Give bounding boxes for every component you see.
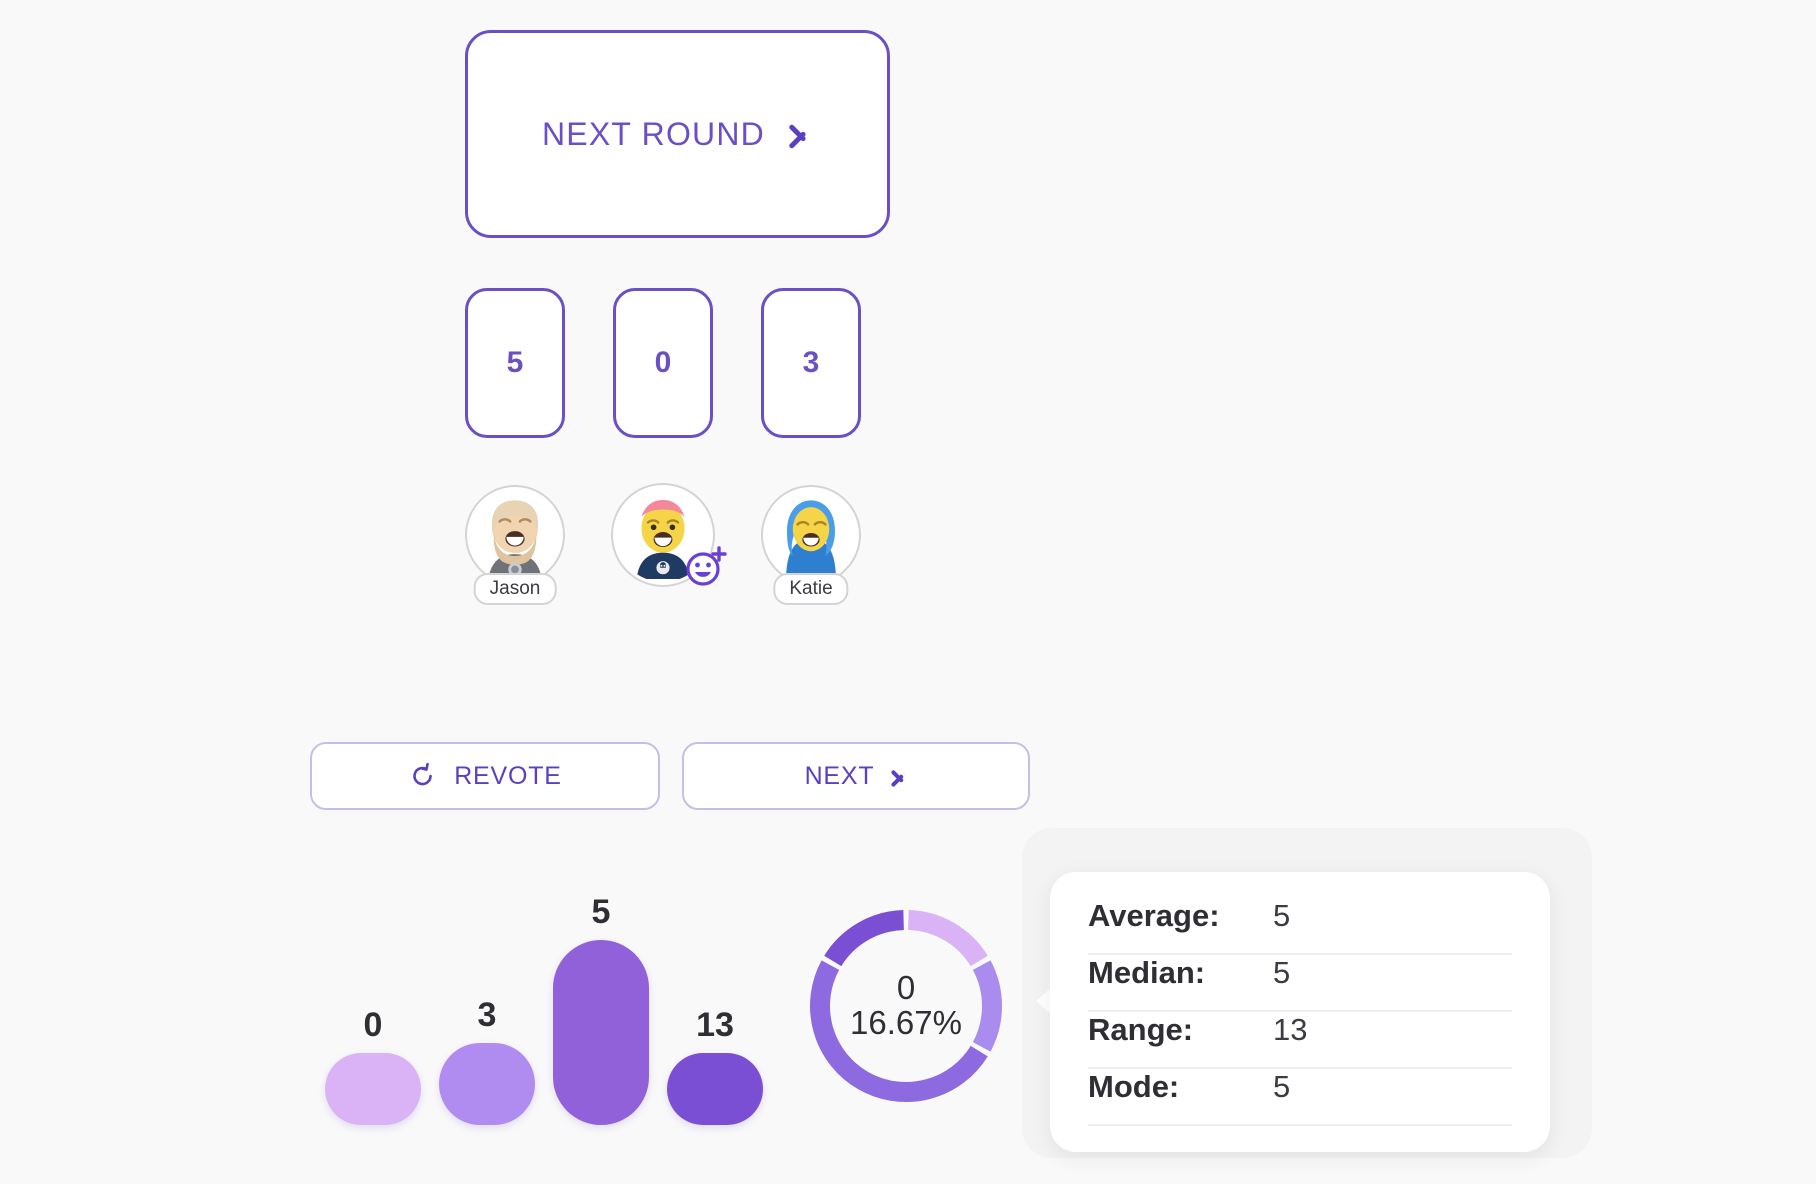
vote-card[interactable]: 3	[761, 288, 861, 438]
participant-self[interactable]	[613, 485, 727, 586]
stat-value: 5	[1273, 955, 1291, 990]
stat-value: 5	[1273, 898, 1291, 933]
bar-column[interactable]: 3	[439, 996, 535, 1125]
bar[interactable]	[667, 1053, 763, 1125]
next-round-button[interactable]: NEXT ROUND	[465, 30, 890, 238]
rotate-counterclockwise-icon	[413, 762, 432, 786]
stats-panel: Average: 5 Median: 5 Range: 13 Mode: 5	[1050, 872, 1550, 1152]
bar[interactable]	[553, 940, 649, 1125]
stat-key: Median:	[1088, 955, 1206, 990]
participant-list: Jason Katie	[465, 485, 861, 605]
bearded-man-avatar	[488, 500, 542, 581]
stat-row: Average: 5	[1088, 898, 1512, 955]
donut-segment[interactable]	[972, 960, 1002, 1052]
vote-card[interactable]: 5	[465, 288, 565, 438]
donut-segment[interactable]	[810, 960, 988, 1102]
stat-key: Average:	[1088, 898, 1220, 933]
donut-segment[interactable]	[824, 910, 905, 967]
bar[interactable]	[439, 1043, 535, 1125]
stat-key: Mode:	[1088, 1069, 1180, 1104]
revote-label: REVOTE	[454, 761, 562, 790]
participant-katie[interactable]: Katie	[761, 485, 861, 605]
add-reaction-icon[interactable]	[683, 543, 729, 589]
avatar[interactable]	[761, 485, 861, 585]
avatar[interactable]	[465, 485, 565, 585]
bar-value-label: 5	[591, 893, 611, 931]
bar-value-label: 3	[477, 996, 497, 1034]
participant-name-label: Jason	[473, 573, 557, 605]
bar[interactable]	[325, 1053, 421, 1125]
stat-row: Mode: 5	[1088, 1069, 1512, 1126]
bar-value-label: 0	[363, 1006, 383, 1044]
donut-svg	[810, 910, 1002, 1102]
stat-row: Range: 13	[1088, 1012, 1512, 1069]
chevron-right-icon	[890, 763, 907, 790]
bar-column[interactable]: 0	[325, 1006, 421, 1125]
donut-segment[interactable]	[907, 910, 988, 967]
next-label: NEXT	[804, 761, 875, 790]
participant-name-label: Katie	[773, 573, 849, 605]
stat-key: Range:	[1088, 1012, 1194, 1047]
vote-card-list: 5 0 3	[465, 288, 861, 438]
stat-row: Median: 5	[1088, 955, 1512, 1012]
bar-column[interactable]: 13	[667, 1006, 763, 1125]
bar-column[interactable]: 5	[553, 893, 649, 1125]
stat-value: 13	[1273, 1012, 1308, 1047]
participant-jason[interactable]: Jason	[465, 485, 565, 605]
action-row: REVOTE NEXT	[310, 742, 1030, 810]
chevron-right-icon	[787, 114, 813, 154]
app-root: NEXT ROUND 5 0 3 Jason Katie REVOTE NEXT…	[0, 0, 1816, 1184]
hijab-woman-avatar	[786, 500, 836, 581]
vote-distribution-bar-chart: 0 3 5 13	[325, 855, 763, 1125]
vote-distribution-donut-chart[interactable]: 0 16.67%	[800, 900, 1012, 1112]
revote-button[interactable]: REVOTE	[310, 742, 660, 810]
next-round-label: NEXT ROUND	[542, 115, 765, 152]
next-button[interactable]: NEXT	[682, 742, 1030, 810]
stat-value: 5	[1273, 1069, 1291, 1104]
bar-value-label: 13	[696, 1006, 734, 1044]
vote-card[interactable]: 0	[613, 288, 713, 438]
